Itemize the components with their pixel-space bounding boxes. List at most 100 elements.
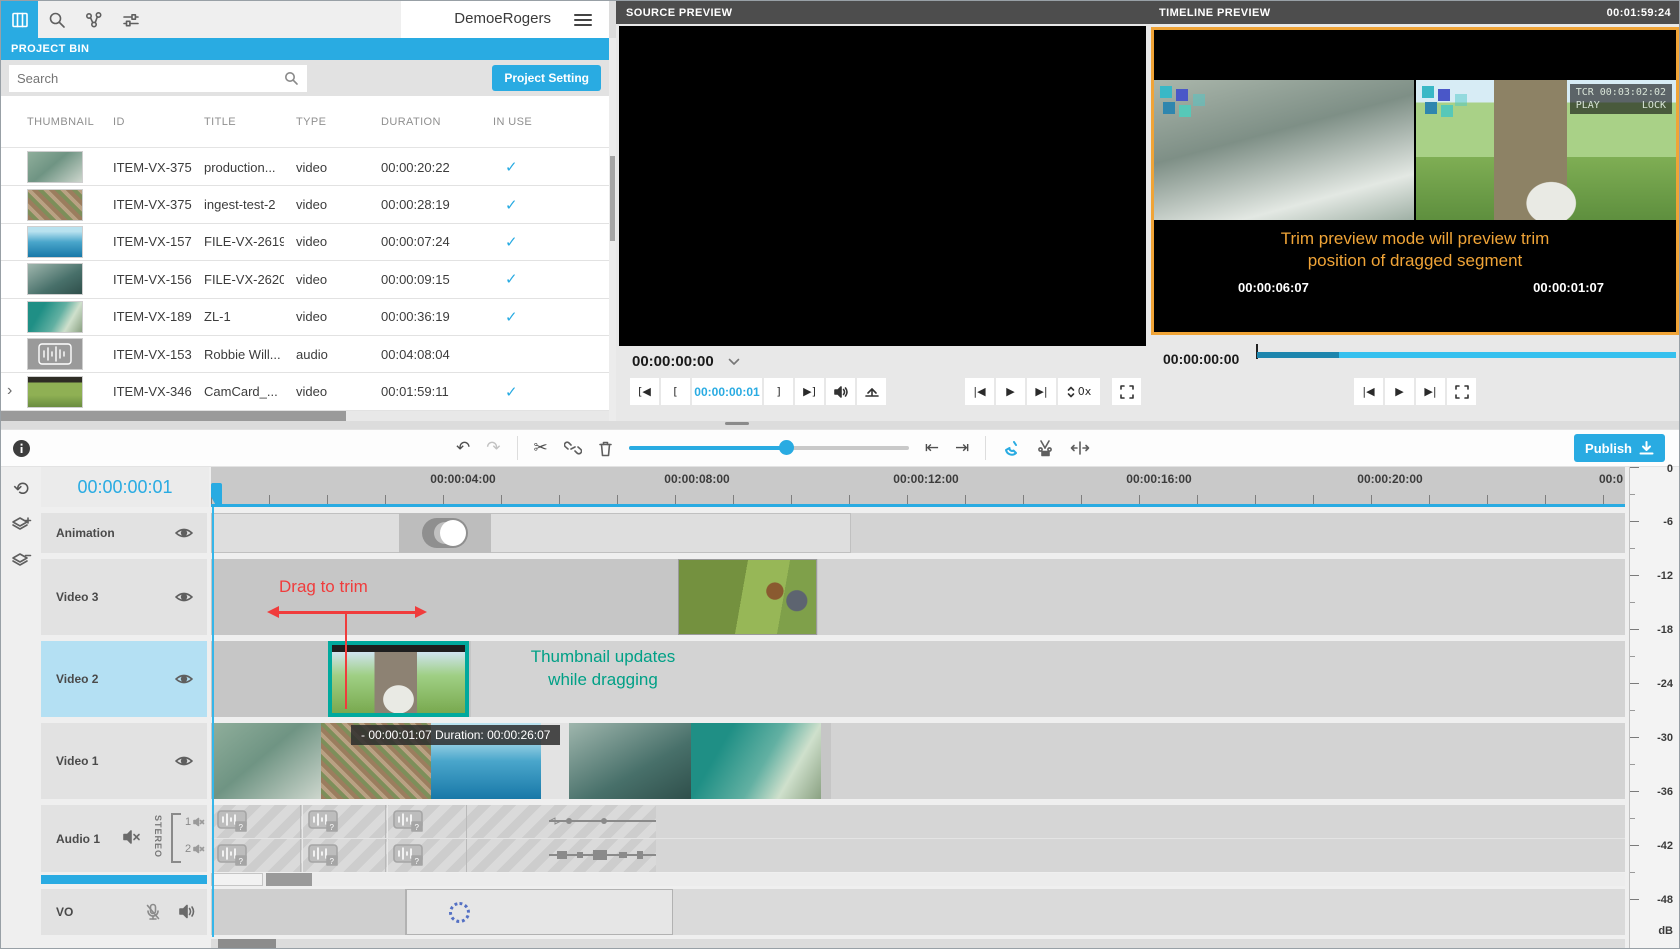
ripple-trim-left-button[interactable]: ⇤	[925, 438, 939, 458]
timeline-ruler[interactable]: 00:00:04:00 00:00:08:00 00:00:12:00 00:0…	[211, 467, 1625, 507]
vo-clip-region[interactable]	[211, 889, 406, 935]
settings-sliders-tab[interactable]	[112, 1, 149, 38]
vo-loading-clip[interactable]	[406, 889, 673, 935]
mark-in-button[interactable]: [	[661, 378, 690, 405]
row-title: CamCard_...	[192, 384, 284, 399]
table-row[interactable]: ITEM-VX-3751 ingest-test-2 video 00:00:2…	[1, 186, 609, 223]
drag-to-trim-annotation: Drag to trim	[279, 577, 368, 597]
hamburger-menu-icon[interactable]	[571, 8, 595, 32]
scrollbar-thumb[interactable]	[610, 156, 615, 241]
table-row[interactable]: ITEM-VX-1538 Robbie Will... audio 00:04:…	[1, 336, 609, 373]
timeline-area: ⟲ 00:00:00:01 00:00:04:00 00:00:08:00 00…	[1, 467, 1680, 949]
timeline-horizontal-scrollbar[interactable]	[211, 939, 1625, 949]
audio-placeholder-icon: ?	[393, 810, 423, 832]
table-row[interactable]: ITEM-VX-1896 ZL-1 video 00:00:36:19 ✓	[1, 299, 609, 336]
ripple-trim-right-button[interactable]: ⇥	[955, 438, 969, 458]
table-row[interactable]: › ITEM-VX-3469 CamCard_... video 00:01:5…	[1, 373, 609, 410]
eye-icon[interactable]	[175, 755, 193, 767]
play-button[interactable]: ▶	[996, 378, 1025, 405]
remove-track-button[interactable]	[7, 547, 35, 575]
insert-to-timeline-button[interactable]	[857, 378, 886, 405]
search-tab[interactable]	[38, 1, 75, 38]
snap-toggle-button[interactable]	[1002, 439, 1020, 457]
prev-frame-button[interactable]: |◀	[965, 378, 994, 405]
scrollbar-thumb[interactable]	[1, 411, 346, 421]
next-frame-button[interactable]: ▶|	[1416, 378, 1445, 405]
chevron-down-icon[interactable]	[728, 358, 740, 366]
unlink-button[interactable]	[564, 440, 582, 456]
audio-waveform-clip[interactable]	[549, 808, 656, 835]
razor-all-tracks-button[interactable]	[1036, 439, 1054, 457]
channel-1-muted-icon[interactable]	[193, 817, 205, 827]
add-layer-icon	[10, 515, 32, 535]
publish-button[interactable]: Publish	[1574, 434, 1665, 462]
panel-resize-handle[interactable]	[725, 422, 749, 425]
bin-horizontal-scrollbar[interactable]	[1, 411, 609, 421]
track-header-video3[interactable]: Video 3	[41, 559, 207, 635]
cartoon-video-clip[interactable]	[678, 559, 817, 635]
next-frame-button[interactable]: ▶|	[1027, 378, 1056, 405]
animation-clip[interactable]	[211, 513, 851, 553]
table-row[interactable]: ITEM-VX-1569 FILE-VX-2620 video 00:00:09…	[1, 261, 609, 298]
audio-waveform-clip[interactable]	[549, 842, 656, 869]
in-point-timecode[interactable]: 00:00:00:01	[692, 378, 762, 405]
search-input[interactable]	[17, 71, 277, 86]
goto-in-button[interactable]: [◀	[630, 378, 659, 405]
eye-icon[interactable]	[175, 591, 193, 603]
svg-text:?: ?	[330, 857, 335, 866]
undo-button[interactable]: ↶	[456, 438, 470, 458]
audio-clip[interactable]: ?	[302, 805, 386, 838]
source-video-viewport	[619, 26, 1146, 346]
track-header-audio1[interactable]: Audio 1 STEREO 1 2	[41, 805, 207, 872]
trim-mode-button[interactable]	[1070, 441, 1090, 455]
eye-icon[interactable]	[175, 527, 193, 539]
audio-monitor-button[interactable]	[826, 378, 855, 405]
bin-vertical-scrollbar[interactable]	[609, 38, 616, 421]
hidden-track-header-strip[interactable]	[41, 875, 207, 884]
audio-clip[interactable]: ?	[211, 805, 301, 838]
playhead-timecode[interactable]: 00:00:00:01	[41, 467, 209, 507]
redo-button[interactable]: ↷	[486, 438, 500, 458]
db-label: -42	[1657, 840, 1673, 852]
track-header-video2[interactable]: Video 2	[41, 641, 207, 717]
eye-icon[interactable]	[175, 673, 193, 685]
project-setting-button[interactable]: Project Setting	[492, 65, 601, 91]
timeline-preview-scrubber[interactable]	[1257, 352, 1676, 358]
track-header-video1[interactable]: Video 1	[41, 723, 207, 799]
track-header-animation[interactable]: Animation	[41, 513, 207, 553]
cut-button[interactable]: ✂	[534, 438, 548, 458]
table-row[interactable]: ITEM-VX-3752 production... video 00:00:2…	[1, 149, 609, 186]
track-header-vo[interactable]: VO	[41, 889, 207, 935]
table-row[interactable]: ITEM-VX-1570 FILE-VX-2619 video 00:00:07…	[1, 224, 609, 261]
col-id: ID	[101, 116, 192, 128]
slider-knob[interactable]	[779, 440, 794, 455]
row-expander-icon[interactable]: ›	[7, 382, 12, 400]
channel-2-muted-icon[interactable]	[193, 844, 205, 854]
info-icon[interactable]	[7, 434, 35, 462]
dragged-trim-clip[interactable]	[328, 641, 469, 717]
play-button[interactable]: ▶	[1385, 378, 1414, 405]
add-track-button[interactable]	[7, 511, 35, 539]
audio-clip[interactable]: ?	[387, 805, 467, 838]
audio-clip[interactable]: ?	[302, 839, 386, 872]
timeline-zoom-slider[interactable]	[629, 446, 909, 450]
col-in-use: IN USE	[481, 116, 609, 128]
delete-button[interactable]	[598, 440, 613, 457]
project-bin-tab[interactable]	[1, 1, 38, 38]
animation-toggle[interactable]	[422, 518, 468, 548]
fullscreen-button[interactable]	[1447, 378, 1476, 405]
scrollbar-thumb[interactable]	[218, 939, 276, 949]
speaker-muted-icon[interactable]	[123, 829, 141, 845]
goto-out-button[interactable]: ▶]	[795, 378, 824, 405]
reset-view-button[interactable]: ⟲	[7, 475, 35, 503]
prev-frame-button[interactable]: |◀	[1354, 378, 1383, 405]
workflow-tab[interactable]	[75, 1, 112, 38]
audio-clip[interactable]: ?	[387, 839, 467, 872]
audio-clip[interactable]: ?	[211, 839, 301, 872]
speaker-icon[interactable]	[179, 904, 197, 919]
playback-speed-button[interactable]: 0x	[1058, 378, 1100, 405]
mic-muted-icon[interactable]	[145, 903, 161, 921]
fullscreen-button[interactable]	[1112, 378, 1141, 405]
mark-out-button[interactable]: ]	[764, 378, 793, 405]
audio-placeholder-icon: ?	[308, 810, 338, 832]
